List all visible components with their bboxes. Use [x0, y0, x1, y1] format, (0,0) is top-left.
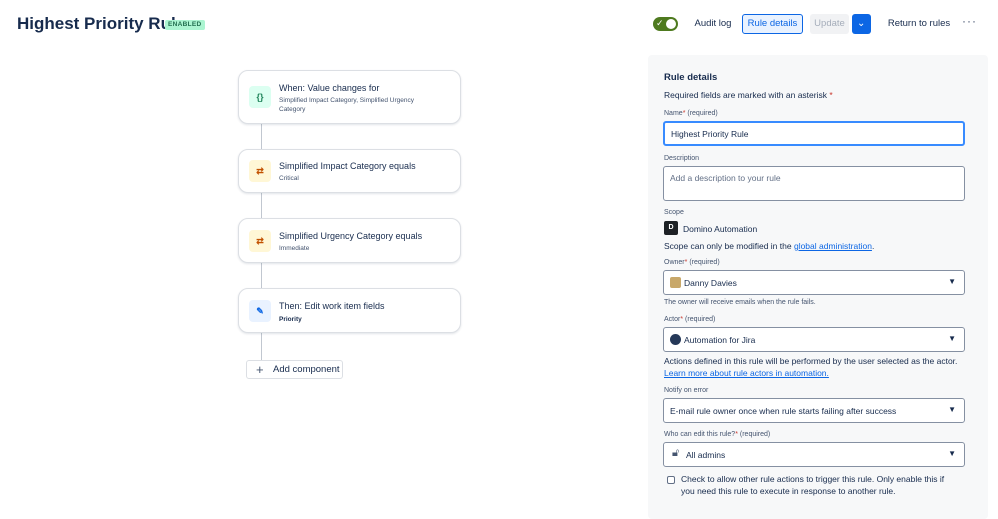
required-suffix: (required) [739, 431, 771, 438]
rule-details-button[interactable]: Rule details [742, 14, 803, 34]
notify-on-error-select[interactable]: E-mail rule owner once when rule starts … [663, 398, 965, 423]
rule-enabled-toggle[interactable]: ✓ [653, 17, 678, 31]
actor-select[interactable]: Automation for Jira ▼ [663, 327, 965, 352]
node-subtitle: Critical [279, 175, 299, 182]
update-dropdown-button[interactable]: ⌄ [852, 14, 871, 34]
return-to-rules-button[interactable]: Return to rules [885, 14, 953, 34]
automation-avatar-icon [670, 334, 681, 345]
add-component-button[interactable]: + Add component [246, 360, 343, 379]
chevron-down-icon: ⌄ [857, 18, 866, 29]
edit-icon: ✎ [249, 300, 271, 322]
required-asterisk: * [680, 316, 684, 323]
code-braces-icon: {} [249, 86, 271, 108]
node-title: Then: Edit work item fields [279, 301, 385, 311]
actor-label: Actor* (required) [664, 316, 715, 323]
owner-value: Danny Davies [684, 278, 737, 288]
required-asterisk: * [735, 431, 738, 438]
checkbox-label-line2: you need this rule to execute in respons… [681, 486, 896, 496]
scope-label: Scope [664, 209, 684, 216]
action-node[interactable]: ✎ Then: Edit work item fields Priority [238, 288, 461, 333]
name-label-text: Name [664, 110, 683, 117]
edit-permission-select[interactable]: 🔓︎ All admins ▼ [663, 442, 965, 467]
checkbox-label-line1: Check to allow other rule actions to tri… [681, 474, 945, 484]
edit-label-text: Who can edit this rule? [664, 431, 736, 438]
owner-help: The owner will receive emails when the r… [664, 299, 816, 306]
condition-node[interactable]: ⇄ Simplified Urgency Category equals Imm… [238, 218, 461, 263]
connector-line [261, 193, 262, 218]
scope-note-text: Scope can only be modified in the [664, 241, 792, 251]
node-title: When: Value changes for [279, 83, 380, 93]
name-field[interactable]: Highest Priority Rule [663, 121, 965, 146]
node-subtitle: Immediate [279, 245, 310, 252]
plus-icon: + [256, 362, 264, 377]
actor-help: Actions defined in this rule will be per… [664, 356, 958, 366]
chevron-down-icon: ▼ [948, 449, 956, 458]
required-suffix: (required) [689, 259, 720, 266]
trigger-node[interactable]: {} When: Value changes for Simplified Im… [238, 70, 461, 124]
toggle-knob [666, 19, 676, 29]
scope-note: Scope can only be modified in the global… [664, 241, 875, 251]
required-note: Required fields are marked with an aster… [664, 90, 833, 100]
node-subtitle: Simplified Impact Category, Simplified U… [279, 97, 414, 113]
branch-swap-icon: ⇄ [249, 160, 271, 182]
page-title: Highest Priority Rule [17, 14, 186, 33]
global-administration-link[interactable]: global administration [794, 241, 872, 251]
rule-flow-canvas: {} When: Value changes for Simplified Im… [0, 50, 640, 519]
owner-select[interactable]: Danny Davies ▼ [663, 270, 965, 295]
audit-log-button[interactable]: Audit log [690, 14, 736, 34]
required-asterisk: * [684, 259, 688, 266]
name-label: Name* (required) [664, 110, 718, 117]
notify-label: Notify on error [664, 387, 709, 394]
check-icon: ✓ [656, 18, 664, 28]
required-suffix: (required) [685, 316, 716, 323]
edit-permission-value: All admins [686, 450, 726, 460]
connector-line [261, 333, 262, 360]
unlock-icon: 🔓︎ [672, 447, 680, 459]
chevron-down-icon: ▼ [948, 405, 956, 414]
description-field[interactable]: Add a description to your rule [663, 166, 965, 201]
description-placeholder: Add a description to your rule [670, 173, 781, 183]
chevron-down-icon: ▼ [948, 334, 956, 343]
branch-swap-icon: ⇄ [249, 230, 271, 252]
panel-heading: Rule details [664, 72, 718, 83]
node-title: Simplified Impact Category equals [279, 161, 416, 171]
actor-value: Automation for Jira [684, 335, 756, 345]
edit-permission-label: Who can edit this rule?* (required) [664, 431, 770, 438]
chevron-down-icon: ▼ [948, 277, 956, 286]
connector-line [261, 263, 262, 288]
more-options-icon[interactable]: ··· [962, 14, 977, 28]
notify-value: E-mail rule owner once when rule starts … [670, 406, 897, 416]
name-field-value: Highest Priority Rule [671, 129, 749, 139]
rule-details-panel: Rule details Required fields are marked … [648, 55, 988, 519]
owner-label: Owner* (required) [664, 259, 720, 266]
condition-node[interactable]: ⇄ Simplified Impact Category equals Crit… [238, 149, 461, 193]
header: Highest Priority Rule ENABLED ✓ Audit lo… [0, 0, 998, 50]
required-suffix: (required) [687, 110, 718, 117]
connector-line [261, 123, 262, 149]
status-badge: ENABLED [165, 20, 205, 30]
add-component-label: Add component [273, 364, 340, 375]
node-title: Simplified Urgency Category equals [279, 231, 423, 241]
node-subtitle: Priority [279, 316, 302, 323]
required-note-text: Required fields are marked with an aster… [664, 90, 827, 100]
allow-trigger-checkbox[interactable] [667, 476, 675, 484]
project-avatar-icon: D [664, 221, 678, 235]
required-asterisk: * [682, 110, 686, 117]
actor-label-text: Actor [664, 316, 681, 323]
scope-value: Domino Automation [683, 224, 758, 234]
avatar [670, 277, 681, 288]
required-asterisk: * [829, 90, 833, 100]
owner-label-text: Owner [664, 259, 685, 266]
description-label: Description [664, 155, 700, 162]
update-button[interactable]: Update [810, 14, 849, 34]
learn-more-actors-link[interactable]: Learn more about rule actors in automati… [664, 368, 829, 378]
